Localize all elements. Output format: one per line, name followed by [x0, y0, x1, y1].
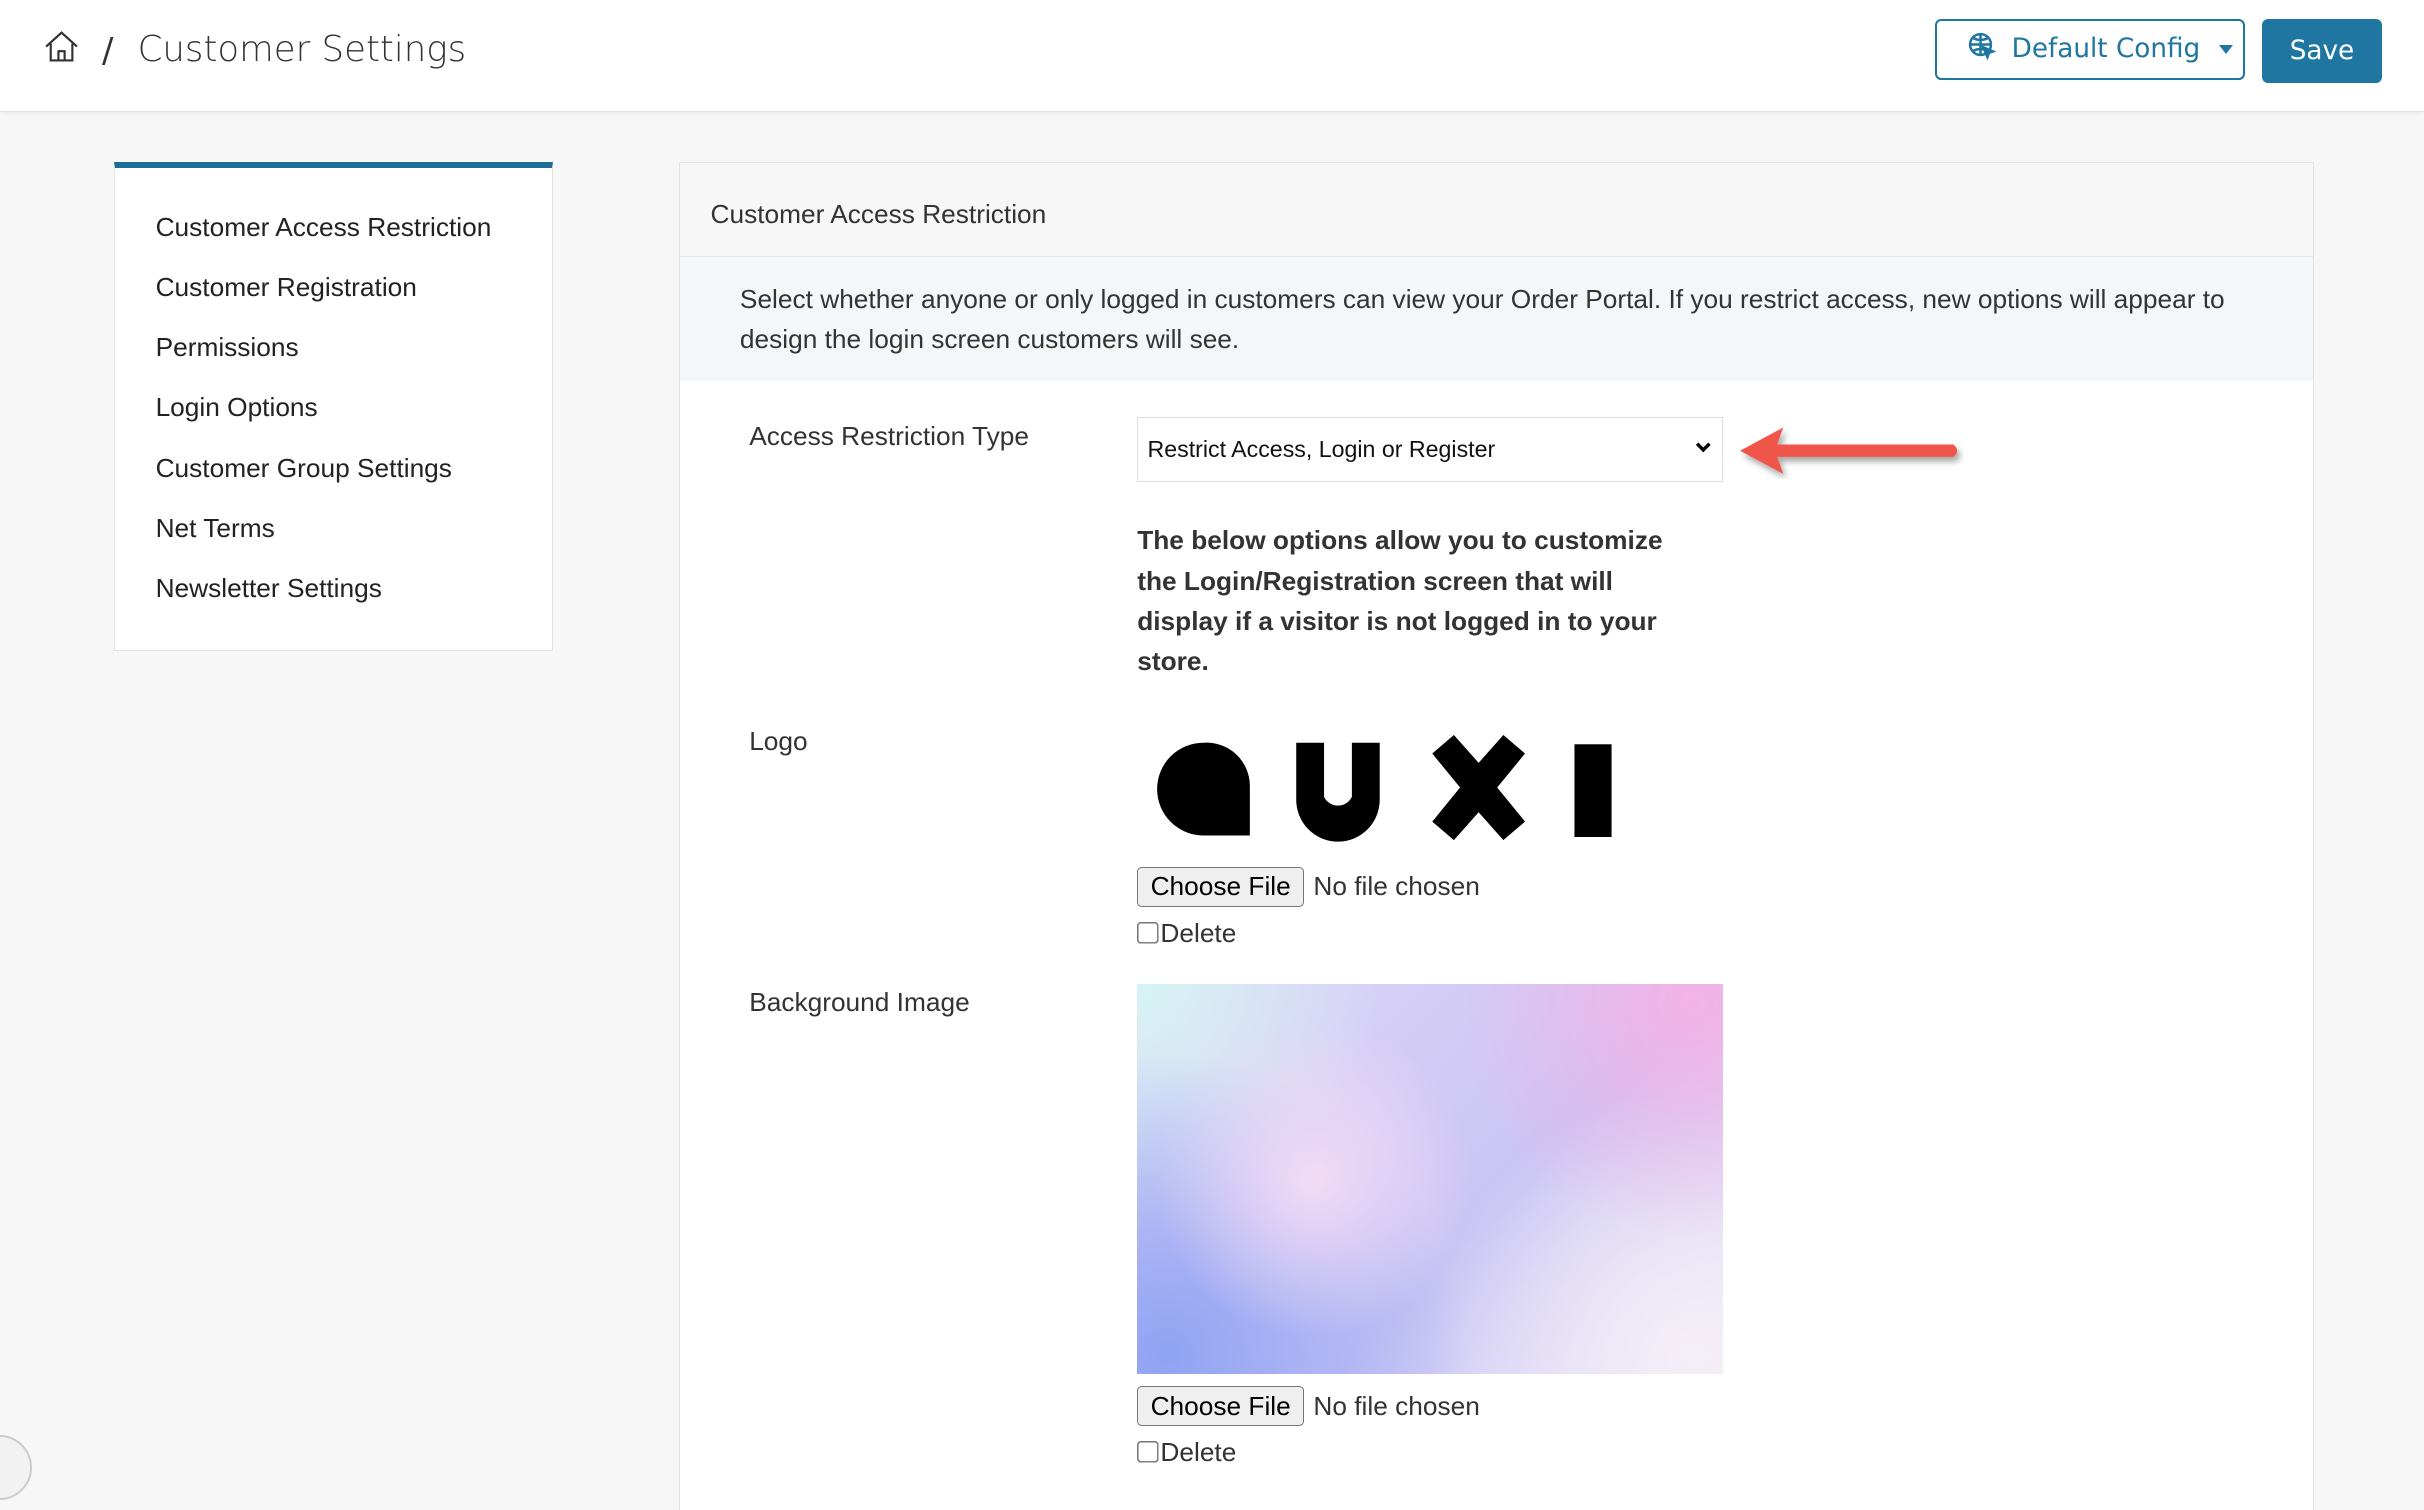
chevron-down-icon — [1694, 436, 1713, 464]
background-file-input[interactable]: Choose File No file chosen — [1137, 1386, 1480, 1427]
access-restriction-label: Access Restriction Type — [749, 421, 1029, 452]
info-text: Select whether anyone or only logged in … — [679, 257, 2314, 381]
home-icon[interactable] — [43, 28, 80, 72]
logo-file-status: No file chosen — [1313, 871, 1480, 902]
floating-help-button[interactable] — [0, 1434, 32, 1501]
access-restriction-value: Restrict Access, Login or Register — [1147, 435, 1496, 462]
logo-delete-checkbox[interactable]: Delete — [1137, 918, 1236, 949]
panel-title: Customer Access Restriction — [679, 163, 2314, 258]
sidebar-item-newsletter-settings[interactable]: Newsletter Settings — [115, 573, 552, 633]
settings-sidebar: Customer Access Restriction Customer Reg… — [114, 162, 554, 651]
delete-label: Delete — [1160, 917, 1237, 948]
background-file-status: No file chosen — [1313, 1390, 1480, 1421]
logo-label: Logo — [749, 726, 808, 757]
save-button[interactable]: Save — [2261, 18, 2383, 84]
sidebar-item-login-options[interactable]: Login Options — [115, 392, 552, 452]
login-screen-note: The below options allow you to customize… — [1137, 525, 1663, 676]
background-delete-checkbox[interactable]: Delete — [1137, 1437, 1236, 1468]
logo-choose-file-button[interactable]: Choose File — [1137, 866, 1305, 907]
sidebar-item-permissions[interactable]: Permissions — [115, 332, 552, 392]
logo-image — [1154, 735, 1618, 850]
sidebar-item-customer-access-restriction[interactable]: Customer Access Restriction — [115, 212, 552, 272]
caret-down-icon — [2218, 44, 2233, 54]
sidebar-item-customer-registration[interactable]: Customer Registration — [115, 272, 552, 332]
background-choose-file-button[interactable]: Choose File — [1137, 1386, 1305, 1427]
logo-delete-check[interactable] — [1137, 921, 1161, 945]
top-bar: / Customer Settings Default Config Save — [0, 0, 2424, 113]
background-image-label: Background Image — [749, 987, 970, 1018]
background-image-preview — [1137, 984, 1724, 1374]
config-scope-dropdown[interactable]: Default Config — [1935, 18, 2245, 81]
settings-panel: Customer Access Restriction Select wheth… — [678, 162, 2315, 1510]
breadcrumb-separator: / — [102, 30, 114, 71]
globe-icon — [1968, 32, 1997, 67]
page-title: Customer Settings — [137, 29, 467, 71]
logo-file-input[interactable]: Choose File No file chosen — [1137, 866, 1480, 907]
delete-label: Delete — [1160, 1437, 1237, 1468]
red-arrow-annotation — [1740, 426, 1964, 489]
sidebar-item-net-terms[interactable]: Net Terms — [115, 513, 552, 573]
background-delete-check[interactable] — [1137, 1441, 1161, 1465]
access-restriction-select[interactable]: Restrict Access, Login or Register — [1137, 416, 1724, 482]
sidebar-item-customer-group-settings[interactable]: Customer Group Settings — [115, 453, 552, 513]
config-label: Default Config — [2011, 34, 2201, 65]
